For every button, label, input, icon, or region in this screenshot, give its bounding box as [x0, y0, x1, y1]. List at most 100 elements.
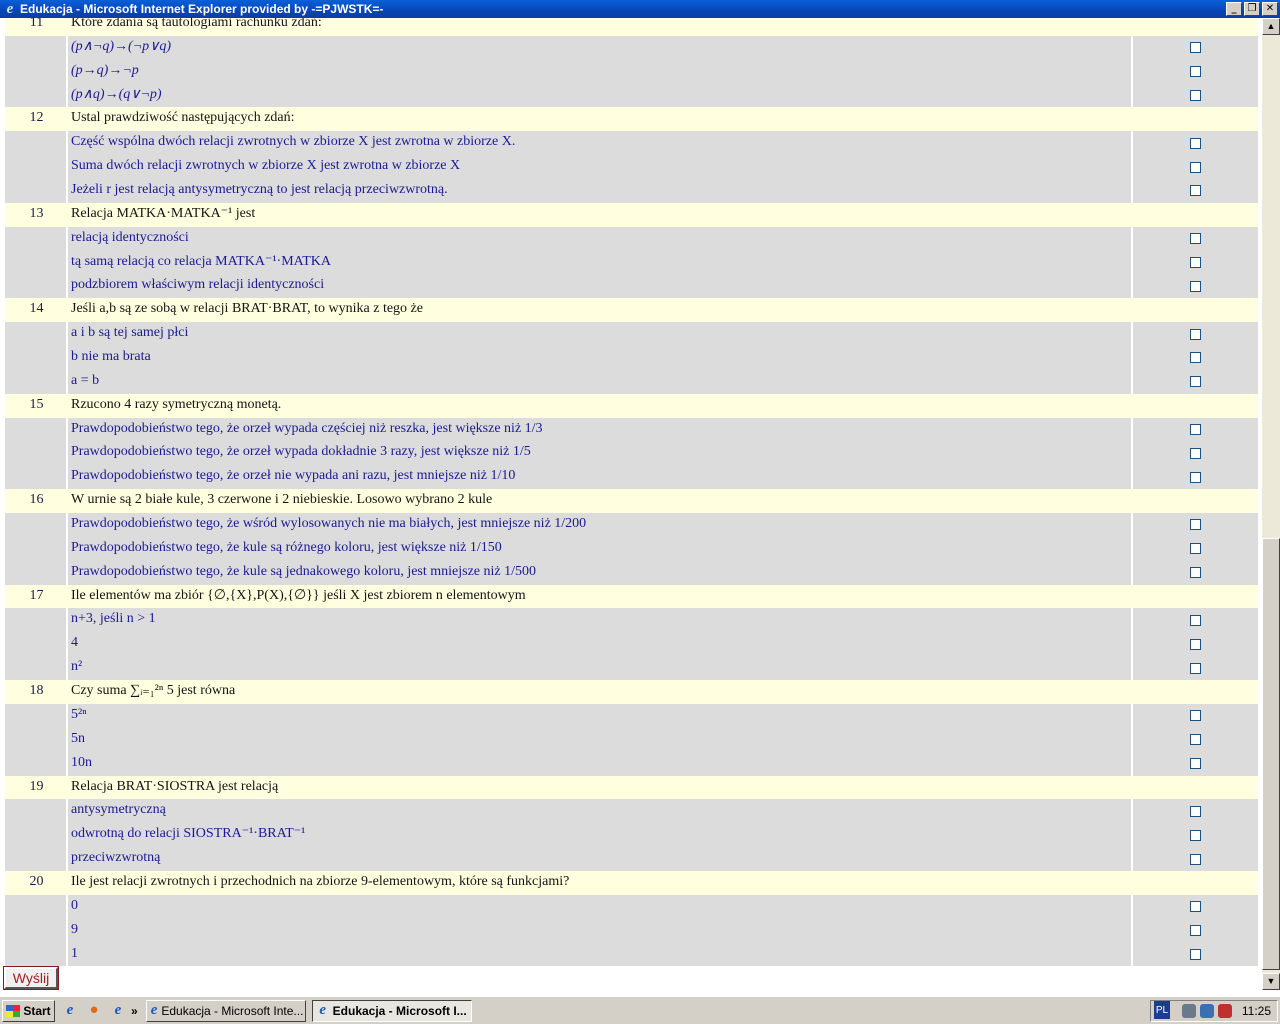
quick-launch-overflow-icon[interactable]: » — [131, 1004, 138, 1018]
volume-muted-icon[interactable] — [1217, 1004, 1232, 1018]
answer-row: tą samą relacją co relacja MATKA⁻¹·MATKA — [5, 250, 1258, 275]
answer-text: (p∧q)→(q∨¬p) — [68, 83, 1133, 108]
answer-cell — [1133, 203, 1258, 227]
answer-text: Jeżeli r jest relacją antysymetryczną to… — [68, 179, 1133, 203]
answer-row: 4 — [5, 632, 1258, 657]
scroll-down-icon[interactable]: ▼ — [1262, 973, 1280, 990]
question-row: 16 W urnie są 2 białe kule, 3 czerwone i … — [5, 489, 1258, 514]
question-text: Rzucono 4 razy symetryczną monetą. — [71, 396, 282, 412]
answer-checkbox[interactable] — [1190, 447, 1201, 459]
answer-row: (p→q)→¬p — [5, 59, 1258, 84]
start-button[interactable]: Start — [2, 999, 55, 1022]
question-number — [5, 35, 68, 60]
answer-cell — [1133, 847, 1258, 871]
question-number — [5, 513, 68, 537]
question-number — [5, 465, 68, 490]
question-number — [5, 727, 68, 752]
answer-checkbox[interactable] — [1190, 853, 1201, 865]
answer-checkbox[interactable] — [1190, 948, 1201, 960]
quick-launch-ie-icon-2[interactable]: e — [109, 1002, 127, 1020]
answer-cell — [1133, 942, 1258, 967]
answer-row: 5n — [5, 727, 1258, 752]
maximize-button[interactable]: ❐ — [1244, 2, 1260, 16]
scroll-thumb[interactable] — [1262, 538, 1280, 970]
answer-checkbox[interactable] — [1190, 161, 1201, 173]
close-button[interactable]: ✕ — [1262, 2, 1278, 16]
scroll-up-icon[interactable]: ▲ — [1262, 18, 1280, 35]
question-number — [5, 799, 68, 824]
answer-row: (p∧q)→(q∨¬p) — [5, 83, 1258, 108]
question-row: 19 Relacja BRAT·SIOSTRA jest relacją — [5, 775, 1258, 800]
answer-cell — [1133, 703, 1258, 728]
answer-cell — [1133, 394, 1258, 418]
answer-cell — [1133, 727, 1258, 752]
answer-checkbox[interactable] — [1190, 710, 1201, 722]
answer-checkbox[interactable] — [1190, 424, 1201, 436]
answer-cell — [1133, 369, 1258, 394]
answer-checkbox[interactable] — [1190, 567, 1201, 579]
answer-checkbox[interactable] — [1190, 758, 1201, 770]
answer-checkbox[interactable] — [1190, 137, 1201, 149]
quick-launch-ie-icon[interactable]: e — [61, 1002, 79, 1020]
windows-logo-icon — [6, 1004, 21, 1017]
submit-area — [0, 966, 1262, 990]
answer-checkbox[interactable] — [1190, 42, 1201, 54]
answer-checkbox[interactable] — [1190, 901, 1201, 913]
task-button-2[interactable]: e Edukacja - Microsoft I... — [311, 999, 472, 1022]
question-number — [5, 942, 68, 967]
answer-checkbox[interactable] — [1190, 734, 1201, 746]
quick-launch-firefox-icon[interactable]: ● — [85, 1002, 103, 1020]
question-number — [5, 274, 68, 299]
answer-cell — [1133, 226, 1258, 251]
question-text: Relacja MATKA·MATKA⁻¹ jest — [71, 205, 256, 221]
answer-checkbox[interactable] — [1190, 519, 1201, 531]
answer-row: a i b są tej samej płci — [5, 322, 1258, 347]
answer-checkbox[interactable] — [1190, 376, 1201, 388]
answer-cell — [1133, 59, 1258, 84]
answer-cell — [1133, 585, 1258, 609]
submit-button[interactable]: Wyślij — [3, 966, 59, 990]
answer-checkbox[interactable] — [1190, 257, 1201, 269]
answer-text: antysymetryczną — [68, 799, 1133, 824]
question-row: 18 Czy suma ∑ᵢ₌₁²ⁿ 5 jest równa — [5, 680, 1258, 704]
answer-checkbox[interactable] — [1190, 805, 1201, 817]
question-number — [5, 894, 68, 919]
answer-checkbox[interactable] — [1190, 543, 1201, 555]
question-text: Ile elementów ma zbiór {∅,{X},P(X),{∅}} … — [71, 587, 526, 603]
answer-checkbox[interactable] — [1190, 662, 1201, 674]
question-number — [5, 703, 68, 728]
answer-text: (p∧¬q)→(¬p∨q) — [68, 35, 1133, 60]
answer-checkbox[interactable] — [1190, 829, 1201, 841]
answer-checkbox[interactable] — [1190, 90, 1201, 101]
question-number — [5, 608, 68, 633]
answer-text: 9 — [68, 918, 1133, 943]
network-icon[interactable] — [1199, 1004, 1214, 1018]
question-number: 16 — [29, 492, 44, 508]
answer-cell — [1133, 751, 1258, 776]
answer-checkbox[interactable] — [1190, 638, 1201, 650]
answer-checkbox[interactable] — [1190, 471, 1201, 483]
question-number — [5, 346, 68, 370]
answer-text: tą samą relacją co relacja MATKA⁻¹·MATKA — [68, 250, 1133, 275]
answer-text: b nie ma brata — [68, 346, 1133, 370]
answer-cell — [1133, 18, 1258, 36]
answer-checkbox[interactable] — [1190, 233, 1201, 245]
answer-checkbox[interactable] — [1190, 925, 1201, 937]
answer-cell — [1133, 918, 1258, 943]
taskbar: Start e ● e » e Edukacja - Microsoft Int… — [0, 996, 1280, 1024]
vertical-scrollbar[interactable]: ▲ ▼ — [1262, 18, 1280, 990]
tray-app-icon[interactable] — [1181, 1004, 1196, 1018]
answer-checkbox[interactable] — [1190, 66, 1201, 78]
answer-checkbox[interactable] — [1190, 352, 1201, 364]
answer-checkbox[interactable] — [1190, 280, 1201, 292]
answer-text: 1 — [68, 942, 1133, 967]
minimize-button[interactable]: _ — [1226, 2, 1242, 16]
answer-row: Prawdopodobieństwo tego, że orzeł wypada… — [5, 417, 1258, 442]
answer-checkbox[interactable] — [1190, 185, 1201, 197]
answer-row: (p∧¬q)→(¬p∨q) — [5, 35, 1258, 60]
task-button-1[interactable]: e Edukacja - Microsoft Inte... — [145, 999, 306, 1022]
answer-checkbox[interactable] — [1190, 614, 1201, 626]
answer-cell — [1133, 155, 1258, 180]
answer-checkbox[interactable] — [1190, 328, 1201, 340]
window-titlebar[interactable]: e Edukacja - Microsoft Internet Explorer… — [0, 0, 1280, 18]
